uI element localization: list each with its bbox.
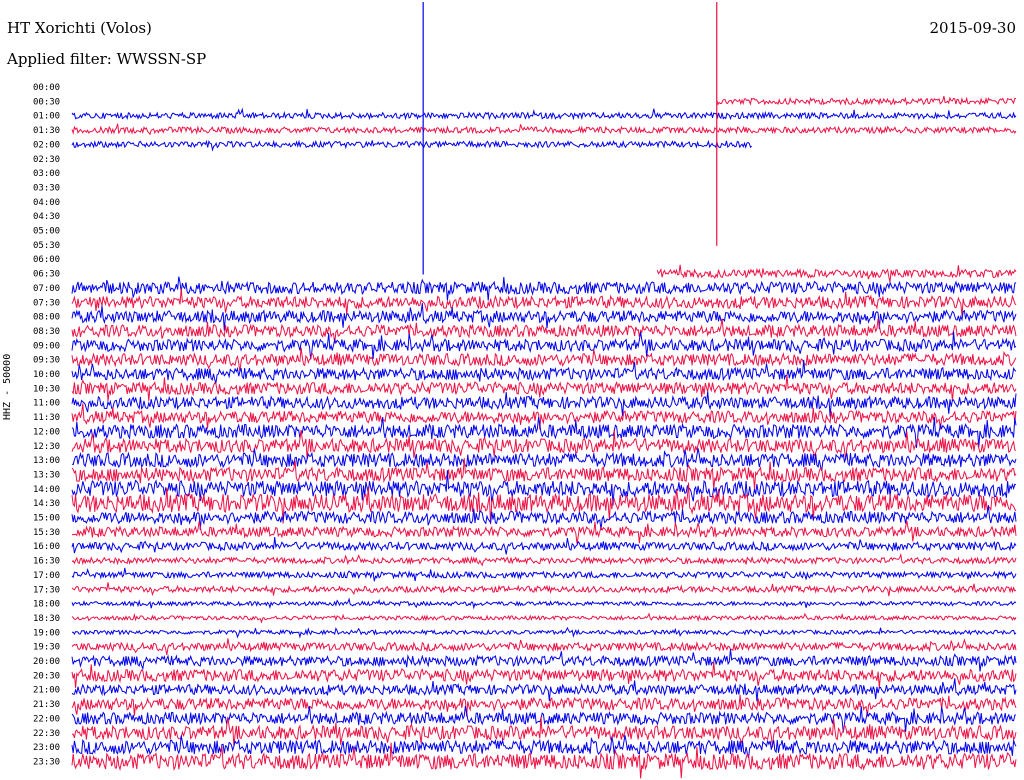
row-time-label: 17:00 <box>33 571 60 581</box>
row-time-label: 14:00 <box>33 485 60 495</box>
row-time-label: 13:30 <box>33 470 60 480</box>
trace-line <box>71 107 1017 121</box>
row-time-label: 20:00 <box>33 657 60 667</box>
trace-line <box>71 678 1017 702</box>
row-time-label: 21:00 <box>33 686 60 696</box>
row-time-label: 17:30 <box>33 585 60 595</box>
row-time-label: 16:00 <box>33 542 60 552</box>
row-time-label: 05:00 <box>33 227 60 237</box>
row-time-label: 01:00 <box>33 112 60 122</box>
trace-line <box>71 520 1017 544</box>
row-time-label: 00:30 <box>33 97 60 107</box>
row-time-label: 04:30 <box>33 212 60 222</box>
trace-line <box>71 735 1017 759</box>
row-time-label: 19:30 <box>33 643 60 653</box>
trace-line <box>71 536 1017 555</box>
row-time-label: 06:00 <box>33 255 60 265</box>
row-time-label: 14:30 <box>33 499 60 509</box>
trace-line <box>71 139 753 152</box>
row-time-label: 01:30 <box>33 126 60 136</box>
trace-line <box>71 347 1017 373</box>
trace-line <box>71 649 1017 672</box>
row-time-label: 11:30 <box>33 413 60 423</box>
row-time-label: 10:30 <box>33 384 60 394</box>
row-time-label: 08:00 <box>33 313 60 323</box>
row-time-label: 02:00 <box>33 140 60 150</box>
row-time-label: 03:30 <box>33 183 60 193</box>
helicorder-plot: 00:00 00:30 01:00 01:30 02:00 02:30 03:00 03:30… <box>33 2 1017 779</box>
row-time-label: 19:00 <box>33 628 60 638</box>
row-time-label: 11:00 <box>33 399 60 409</box>
row-time-label: 02:30 <box>33 155 60 165</box>
row-time-label: 18:00 <box>33 600 60 610</box>
trace-line <box>716 95 1017 106</box>
row-time-label: 22:00 <box>33 714 60 724</box>
row-time-label: 15:00 <box>33 514 60 524</box>
row-time-label: 09:00 <box>33 341 60 351</box>
trace-line <box>71 567 1017 582</box>
trace-line <box>72 626 1017 639</box>
row-time-label: 21:30 <box>33 700 60 710</box>
row-time-label: 07:30 <box>33 298 60 308</box>
row-time-label: 09:30 <box>33 356 60 366</box>
trace-line <box>71 123 1017 136</box>
row-time-label: 12:00 <box>33 427 60 437</box>
trace-line <box>71 552 1017 567</box>
trace-line <box>71 331 1017 360</box>
row-time-label: 16:30 <box>33 557 60 567</box>
row-time-label: 12:30 <box>33 442 60 452</box>
row-time-label: 22:30 <box>33 729 60 739</box>
row-time-label: 06:30 <box>33 270 60 280</box>
row-time-label: 15:30 <box>33 528 60 538</box>
row-time-label: 05:30 <box>33 241 60 251</box>
row-time-label: 04:00 <box>33 198 60 208</box>
trace-line <box>71 638 1017 655</box>
row-time-label: 00:00 <box>33 83 60 93</box>
row-time-label: 13:00 <box>33 456 60 466</box>
row-time-label: 03:00 <box>33 169 60 179</box>
trace-line <box>71 448 1017 472</box>
row-time-label: 20:30 <box>33 671 60 681</box>
row-time-label: 07:00 <box>33 284 60 294</box>
trace-line <box>656 264 1017 283</box>
row-time-label: 08:30 <box>33 327 60 337</box>
trace-line <box>71 374 1017 402</box>
row-time-label: 10:00 <box>33 370 60 380</box>
trace-line <box>71 582 1017 597</box>
row-time-label: 18:30 <box>33 614 60 624</box>
trace-line <box>71 597 1017 610</box>
row-time-label: 23:30 <box>33 757 60 767</box>
row-time-label: 23:00 <box>33 743 60 753</box>
trace-line <box>71 612 1017 624</box>
trace-line <box>71 403 1017 430</box>
trace-line <box>71 288 1017 316</box>
